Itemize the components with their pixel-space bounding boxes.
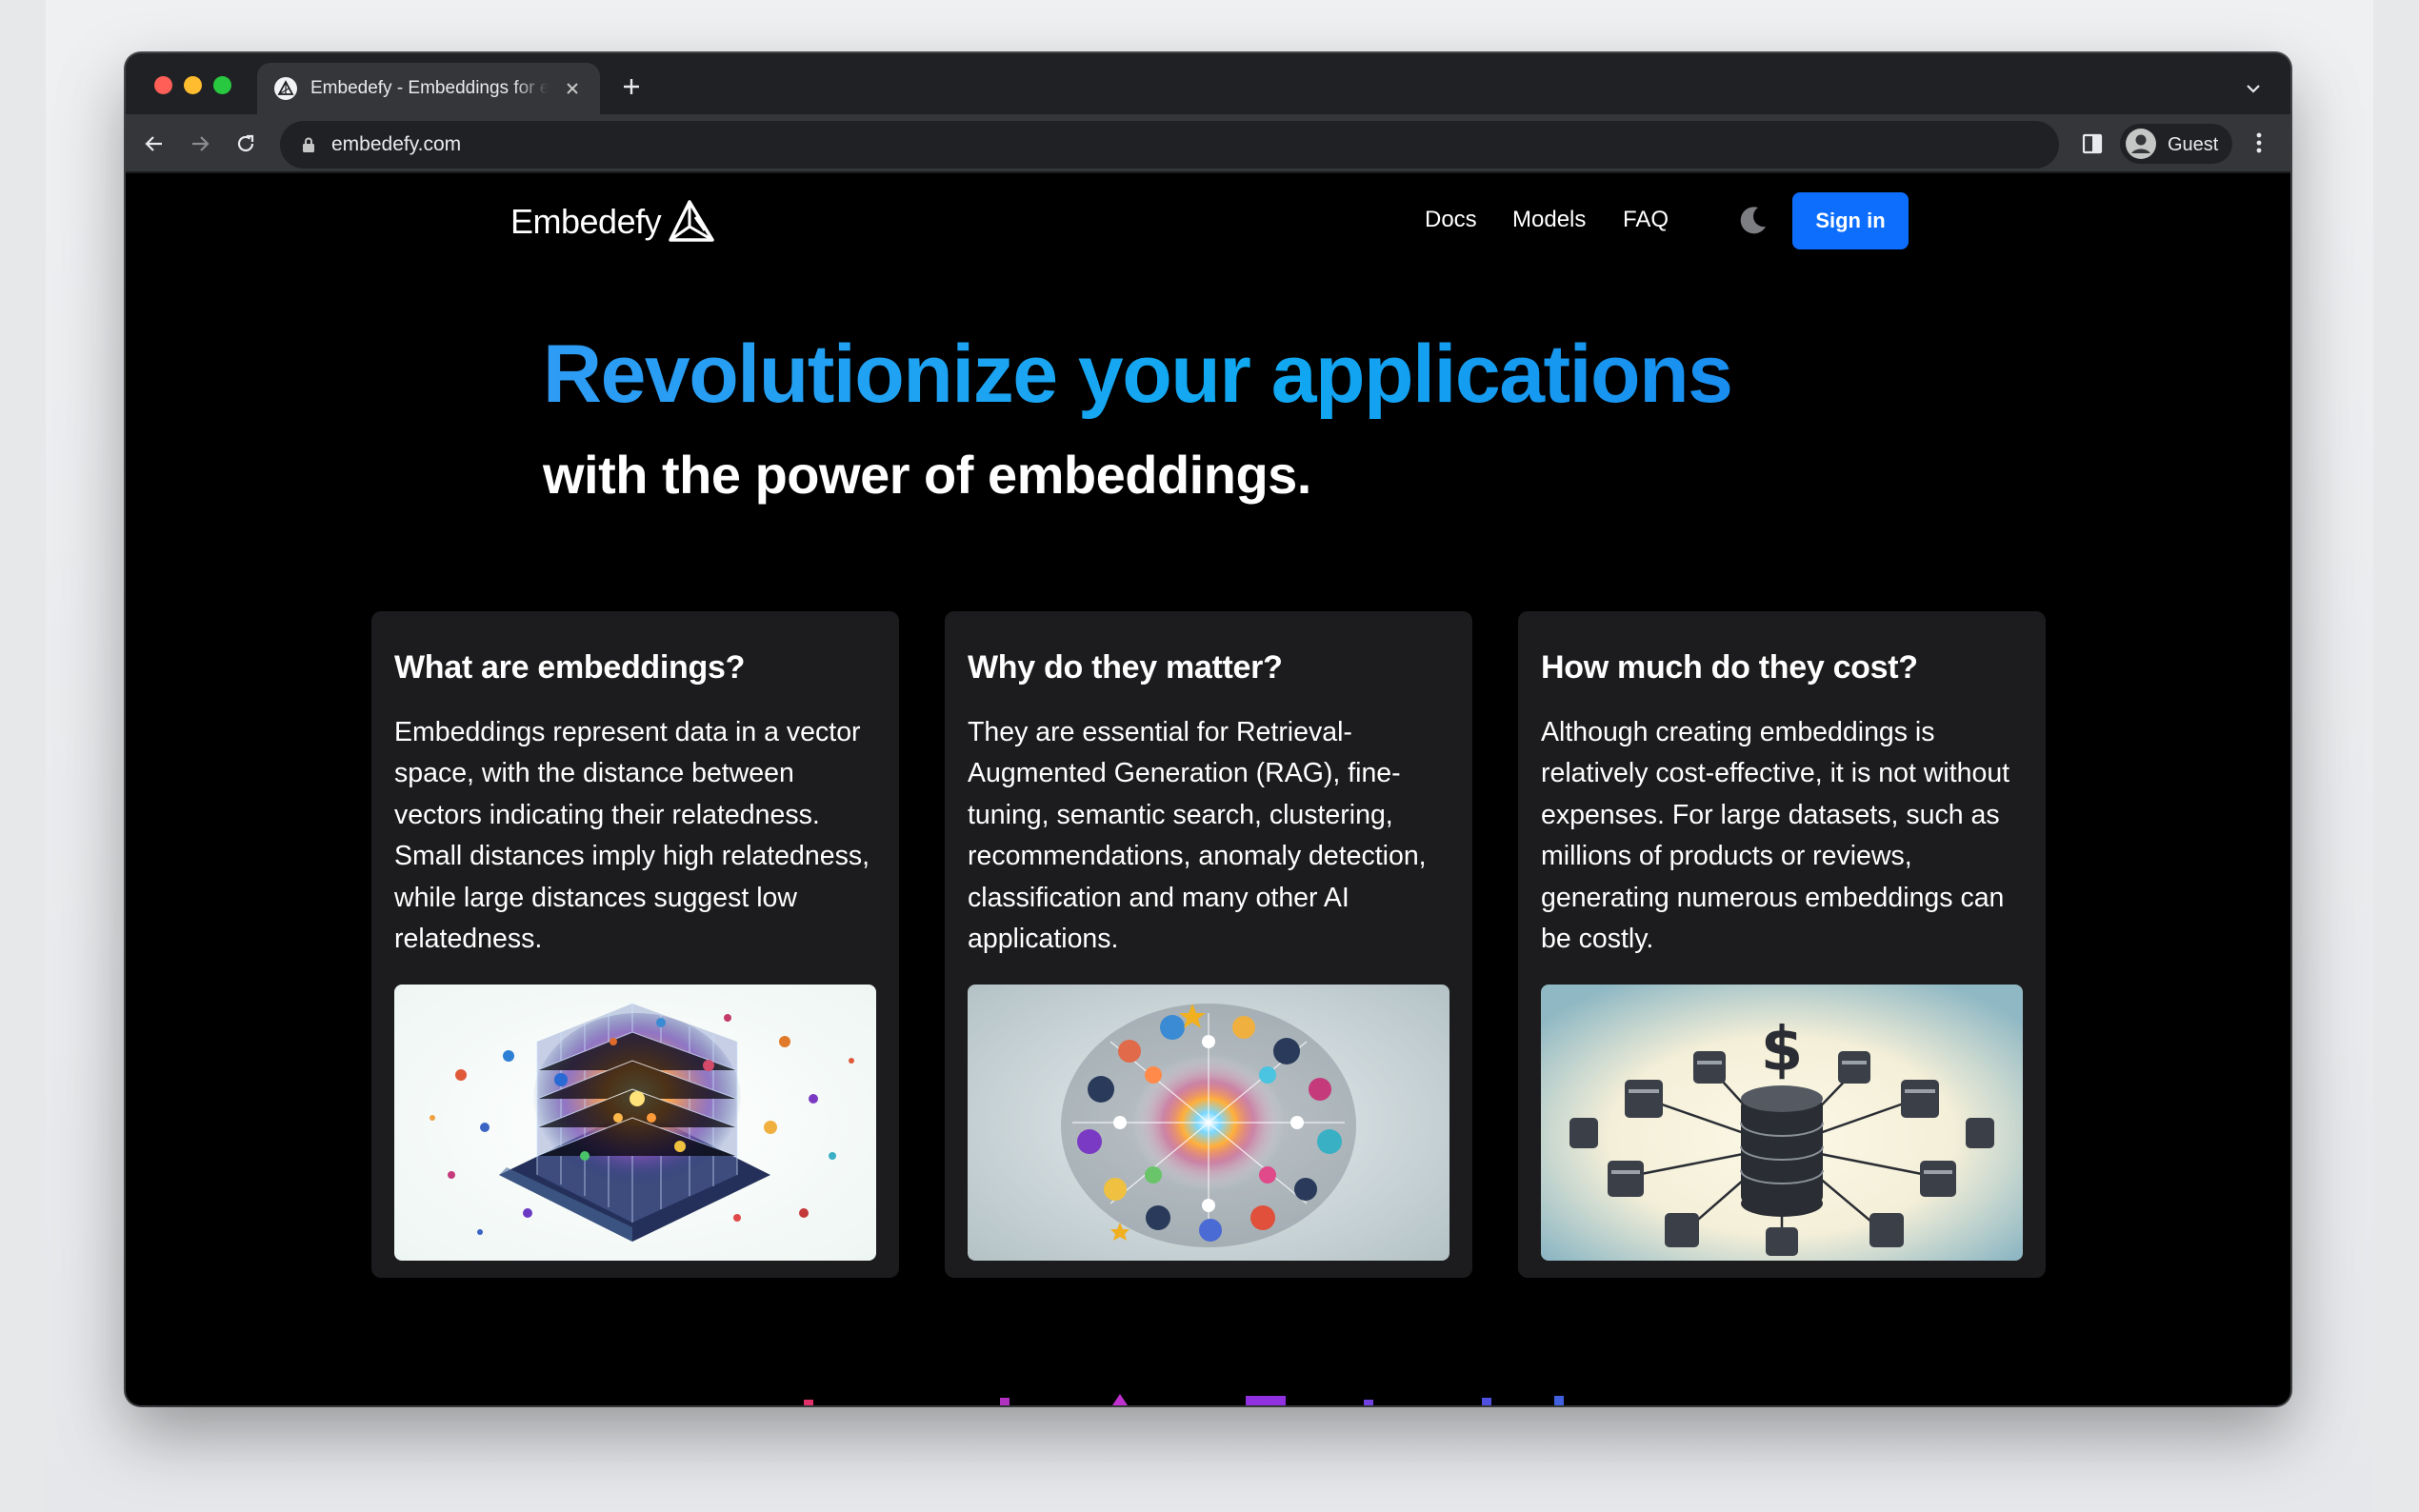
minimize-window-button[interactable] [184, 76, 202, 94]
next-section-peek [126, 1384, 2290, 1405]
url-text: embedefy.com [331, 133, 462, 155]
site-favicon-icon [274, 77, 297, 100]
maximize-window-button[interactable] [213, 76, 231, 94]
vector-space-illustration [394, 985, 876, 1261]
browser-menu-icon[interactable] [2255, 131, 2263, 159]
web-page: Embedefy Docs Models FAQ Sign in Revolut… [126, 175, 2290, 1405]
lock-icon [301, 136, 316, 158]
tab-close-icon[interactable] [564, 80, 581, 97]
card-what-are-embeddings: What are embeddings? Embeddings represen… [371, 611, 899, 1278]
back-arrow-icon[interactable] [143, 132, 166, 160]
profile-button[interactable]: Guest [2120, 124, 2232, 164]
browser-tab-active[interactable]: Embedefy - Embeddings for everyone [257, 63, 600, 114]
browser-toolbar: embedefy.com Guest [126, 114, 2290, 173]
close-window-button[interactable] [154, 76, 172, 94]
address-bar[interactable]: embedefy.com [280, 121, 2059, 169]
nav-link-docs[interactable]: Docs [1425, 207, 1477, 233]
hero-title: Revolutionize your applications [543, 328, 1733, 420]
tab-strip: Embedefy - Embeddings for everyone [126, 53, 2290, 114]
profile-label: Guest [2168, 134, 2219, 155]
reload-icon[interactable] [234, 132, 257, 160]
tab-title: Embedefy - Embeddings for everyone [310, 78, 549, 98]
card-title: How much do they cost? [1541, 649, 1918, 686]
nav-link-models[interactable]: Models [1512, 207, 1586, 233]
brand-name: Embedefy [510, 202, 662, 241]
brand-logo-link[interactable]: Embedefy [510, 198, 716, 246]
browser-window: Embedefy - Embeddings for everyone embed [126, 53, 2290, 1405]
nav-link-faq[interactable]: FAQ [1623, 207, 1669, 233]
dark-mode-moon-icon[interactable] [1737, 204, 1769, 241]
new-tab-plus-icon[interactable] [621, 76, 642, 97]
card-title: Why do they matter? [968, 649, 1283, 686]
tab-search-chevron-down-icon[interactable] [2245, 82, 2262, 99]
applications-burst-illustration [968, 985, 1449, 1261]
hero-subtitle: with the power of embeddings. [543, 445, 1311, 505]
cost-databases-illustration: $ [1541, 985, 2023, 1261]
guest-avatar-icon [2126, 129, 2156, 164]
card-why-do-they-matter: Why do they matter? They are essential f… [945, 611, 1472, 1278]
forward-arrow-icon[interactable] [189, 132, 211, 160]
brand-triangle-icon [669, 200, 714, 242]
sign-in-button[interactable]: Sign in [1792, 192, 1909, 249]
card-body: Embeddings represent data in a vector sp… [394, 717, 870, 955]
card-body: They are essential for Retrieval-Augment… [968, 717, 1427, 955]
card-how-much-do-they-cost: How much do they cost? Although creating… [1518, 611, 2046, 1278]
svg-text:$: $ [1761, 1015, 1804, 1085]
side-panel-icon[interactable] [2082, 133, 2103, 159]
card-title: What are embeddings? [394, 649, 746, 686]
card-body: Although creating embeddings is relative… [1541, 717, 2010, 955]
